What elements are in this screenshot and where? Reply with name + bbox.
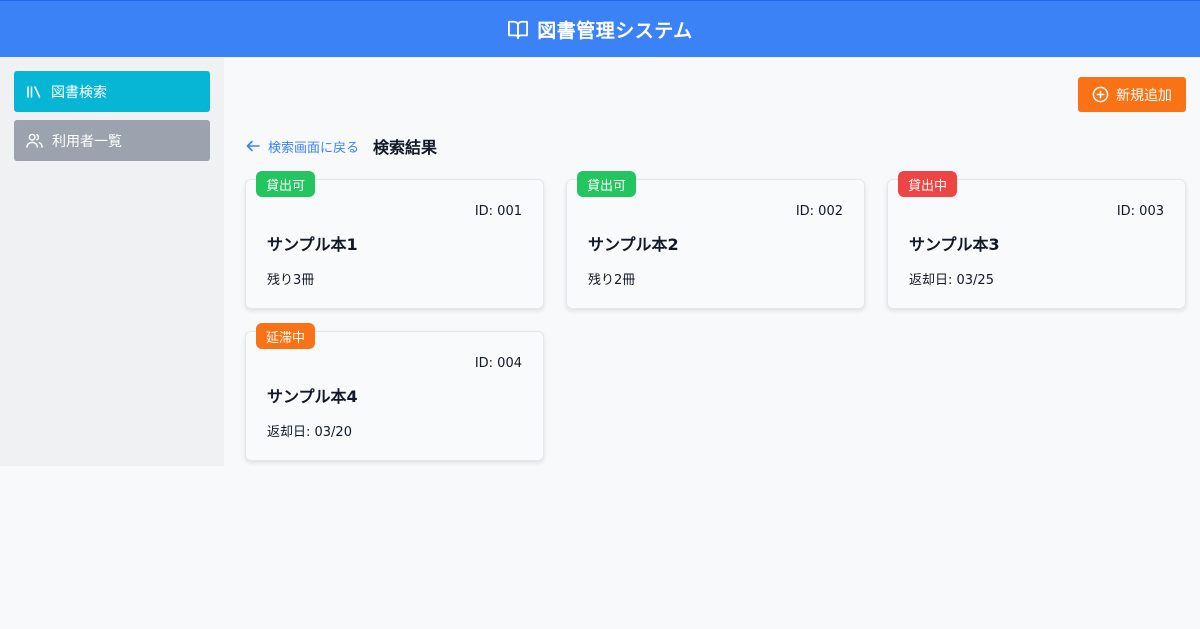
app-title: 図書管理システム bbox=[537, 19, 693, 42]
back-to-search-link[interactable]: 検索画面に戻る bbox=[246, 137, 359, 156]
book-card[interactable]: 貸出中 ID: 003 サンプル本3 返却日: 03/25 bbox=[887, 171, 1186, 309]
book-id: ID: 002 bbox=[795, 204, 843, 219]
app-title-group: 図書管理システム bbox=[507, 16, 692, 43]
page-title: 検索結果 bbox=[373, 138, 438, 157]
book-info: 残り2冊 bbox=[588, 273, 636, 288]
book-card[interactable]: 延滞中 ID: 004 サンプル本4 返却日: 03/20 bbox=[245, 323, 544, 461]
book-open-icon bbox=[507, 19, 529, 39]
sidebar-item-label: 図書検索 bbox=[51, 84, 107, 101]
library-icon bbox=[26, 85, 42, 99]
book-title: サンプル本2 bbox=[588, 235, 679, 254]
status-badge: 貸出可 bbox=[256, 171, 316, 197]
status-badge: 延滞中 bbox=[256, 323, 316, 349]
book-title: サンプル本1 bbox=[267, 235, 358, 254]
book-title: サンプル本3 bbox=[909, 235, 1000, 254]
arrow-left-icon bbox=[246, 140, 260, 152]
sidebar-item-book-search[interactable]: 図書検索 bbox=[14, 71, 210, 112]
sidebar-item-label: 利用者一覧 bbox=[52, 133, 122, 150]
book-info: 返却日: 03/20 bbox=[267, 425, 352, 440]
add-new-button[interactable]: 新規追加 bbox=[1078, 77, 1186, 112]
app-header: 図書管理システム bbox=[0, 0, 1200, 57]
book-id: ID: 004 bbox=[474, 356, 522, 371]
status-badge: 貸出可 bbox=[577, 171, 637, 197]
book-card[interactable]: 貸出可 ID: 002 サンプル本2 残り2冊 bbox=[566, 171, 865, 309]
add-new-label: 新規追加 bbox=[1116, 87, 1172, 104]
plus-circle-icon bbox=[1092, 86, 1109, 103]
book-title: サンプル本4 bbox=[267, 387, 358, 406]
book-info: 残り3冊 bbox=[267, 273, 315, 288]
back-link-label: 検索画面に戻る bbox=[268, 140, 360, 156]
users-icon bbox=[26, 133, 43, 148]
book-info: 返却日: 03/25 bbox=[909, 273, 994, 288]
book-card[interactable]: 貸出可 ID: 001 サンプル本1 残り3冊 bbox=[245, 171, 544, 309]
sidebar: 図書検索 利用者一覧 bbox=[0, 57, 224, 466]
sidebar-item-user-list[interactable]: 利用者一覧 bbox=[14, 120, 210, 161]
breadcrumb: 検索画面に戻る 検索結果 bbox=[246, 136, 438, 157]
book-id: ID: 003 bbox=[1116, 204, 1164, 219]
status-badge: 貸出中 bbox=[898, 171, 958, 197]
book-id: ID: 001 bbox=[474, 204, 522, 219]
